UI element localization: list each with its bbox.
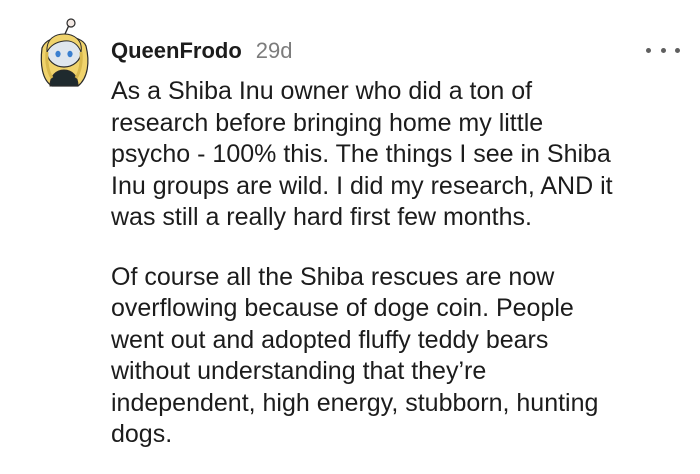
comment: QueenFrodo 29d As a Shiba Inu owner who … <box>0 0 700 474</box>
comment-paragraph-1: As a Shiba Inu owner who did a ton of re… <box>111 76 671 234</box>
text-line: went out and adopted fluffy teddy bears <box>111 325 549 354</box>
snoo-avatar-icon <box>40 18 89 87</box>
text-line: psycho - 100% this. The things I see in … <box>111 140 611 168</box>
text-line: dogs. <box>111 420 173 448</box>
dot <box>675 47 680 53</box>
text-line: Of course all the Shiba rescues are now <box>111 262 555 291</box>
dot <box>660 47 666 53</box>
comment-body: As a Shiba Inu owner who did a ton of re… <box>111 76 671 451</box>
timestamp[interactable]: 29d <box>256 38 293 64</box>
text-line: independent, high energy, stubborn, hunt… <box>111 388 599 417</box>
comment-header: QueenFrodo 29d <box>111 36 293 66</box>
text-line: As a Shiba Inu owner who did a ton of <box>111 77 533 105</box>
text-line: overflowing because of doge coin. People <box>111 294 574 322</box>
text-line: research before bringing home my little <box>111 108 544 137</box>
username-link[interactable]: QueenFrodo <box>111 38 242 64</box>
text-line: without understanding that they’re <box>111 357 487 385</box>
text-line: Inu groups are wild. I did my research, … <box>111 171 613 200</box>
more-options-icon[interactable] <box>646 40 680 60</box>
avatar[interactable] <box>34 18 96 88</box>
dot <box>646 47 651 53</box>
text-line: was still a really hard first few months… <box>111 203 532 231</box>
comment-paragraph-2: Of course all the Shiba rescues are now … <box>111 262 671 451</box>
